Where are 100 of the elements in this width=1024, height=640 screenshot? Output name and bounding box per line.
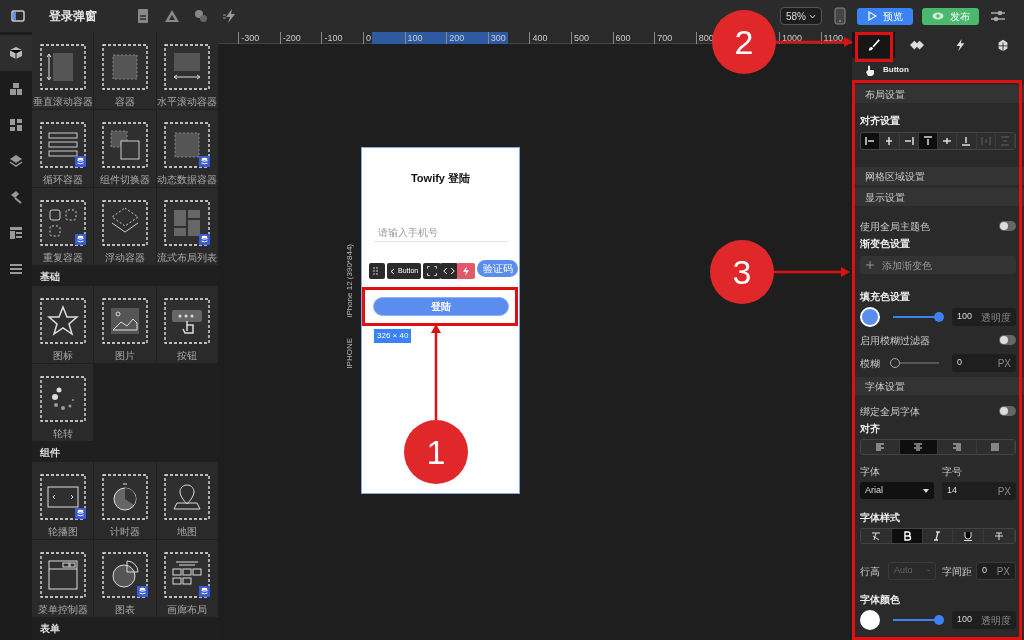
slider-thumb[interactable] — [934, 615, 944, 625]
tile-label: 计时器 — [110, 526, 140, 538]
component-tile[interactable]: 组件切换器 — [94, 110, 156, 187]
component-tile[interactable]: 按钮 — [156, 286, 218, 363]
code-button[interactable] — [440, 263, 458, 279]
triangle-icon[interactable] — [164, 8, 180, 24]
toggle-button[interactable] — [976, 440, 1015, 454]
component-tile[interactable]: 浮动容器 — [94, 188, 156, 265]
field-label: 模糊 — [860, 356, 881, 371]
tile-label: 水平滚动容器 — [157, 96, 218, 108]
ruler-label: -100 — [321, 32, 343, 44]
component-tile[interactable]: 流式布局列表 — [156, 188, 218, 265]
preview-button[interactable]: 预览 — [857, 7, 913, 25]
device-type-label: IPHONE — [344, 338, 355, 369]
toggle-button[interactable] — [938, 133, 958, 149]
color-swatch[interactable] — [860, 610, 880, 630]
font-size-field[interactable]: 14 PX — [942, 482, 1016, 500]
text-align-left-icon — [874, 442, 885, 452]
field-label: 对齐设置 — [860, 114, 901, 128]
number-field[interactable]: 0 PX — [952, 354, 1016, 372]
eye-icon — [931, 12, 944, 20]
component-tile[interactable]: 菜单控制器 — [32, 540, 94, 617]
toggle-button[interactable] — [891, 529, 923, 543]
component-tile[interactable]: 画廊布局 — [156, 540, 218, 617]
document-icon[interactable] — [135, 8, 151, 24]
toggle-button[interactable] — [861, 440, 900, 454]
device-label: iPhone 12 (390*844) — [344, 244, 355, 318]
component-tile[interactable]: 计时器 — [94, 462, 156, 539]
number-field[interactable]: 100 透明度 — [952, 308, 1016, 326]
toggle-button[interactable] — [918, 133, 938, 149]
diamond-arrows-icon — [909, 38, 924, 52]
tile-label: 容器 — [115, 96, 135, 108]
horizontal-scroll-icon — [163, 43, 212, 91]
align-middle-icon — [942, 136, 953, 146]
slider-thumb[interactable] — [934, 312, 944, 322]
component-tile[interactable]: 图表 — [94, 540, 156, 617]
list-icon — [9, 262, 23, 276]
sliders-icon[interactable] — [990, 9, 1006, 23]
italic-icon — [932, 531, 943, 541]
color-swatch[interactable] — [860, 307, 880, 327]
toggle-button[interactable] — [899, 440, 938, 454]
zoom-dropdown[interactable]: 58% — [780, 7, 822, 25]
add-gradient-button[interactable]: 添加渐变色 — [860, 256, 1016, 274]
map-pin-icon — [163, 473, 212, 521]
ruler-label: -200 — [279, 32, 301, 44]
page-title: Towify 登陆 — [409, 171, 472, 186]
field-label: 行高 — [860, 564, 881, 579]
toggle-label: 启用模糊过滤器 — [860, 333, 930, 348]
phone-icon[interactable] — [834, 7, 846, 25]
circles-icon[interactable] — [193, 8, 209, 24]
component-tile[interactable]: 垂直滚动容器 — [32, 32, 94, 109]
component-tile[interactable]: 水平滚动容器 — [156, 32, 218, 109]
tile-label: 地图 — [177, 526, 198, 538]
lightning-icon[interactable] — [222, 8, 238, 24]
toggle-button[interactable] — [938, 440, 977, 454]
align-top-icon — [922, 136, 933, 146]
component-tile[interactable]: 图标 — [32, 286, 94, 363]
code-icon — [443, 265, 455, 277]
component-tile[interactable]: 重复容器 — [32, 188, 94, 265]
toggle-button[interactable] — [984, 529, 1015, 543]
slider-thumb[interactable] — [890, 358, 900, 368]
switcher-icon — [101, 121, 149, 169]
toggle-button[interactable] — [899, 133, 919, 149]
toggle-button[interactable] — [957, 133, 977, 149]
toggle-button[interactable] — [880, 133, 900, 149]
tile-label: 组件切换器 — [100, 174, 150, 186]
image-icon — [101, 297, 149, 345]
section-header: 布局设置 — [852, 85, 1024, 103]
align-center-icon — [884, 136, 895, 146]
drag-handle-button[interactable] — [369, 263, 385, 279]
expand-button[interactable] — [423, 263, 441, 279]
number-field[interactable]: 100 透明度 — [952, 611, 1016, 629]
component-tile[interactable]: 动态数据容器 — [156, 110, 218, 187]
component-tile[interactable]: 轮转 — [32, 364, 94, 441]
field-label: 字号 — [942, 465, 963, 479]
toggle-button[interactable] — [922, 529, 954, 543]
toggle-button[interactable] — [953, 529, 985, 543]
component-tile[interactable]: 轮播图 — [32, 462, 94, 539]
component-tile[interactable]: 循环容器 — [32, 110, 94, 187]
ruler-label: 500 — [571, 32, 590, 44]
toggle-button[interactable] — [861, 133, 881, 149]
toggle-switch[interactable] — [999, 335, 1016, 345]
ruler-label: 100 — [404, 32, 423, 44]
ruler-label: 0 — [363, 32, 371, 44]
component-tile[interactable]: 地图 — [156, 462, 218, 539]
hammer-icon — [9, 190, 23, 204]
toggle-button[interactable] — [861, 529, 892, 543]
sidebar-toggle-icon[interactable] — [11, 10, 25, 22]
component-tile[interactable]: 图片 — [94, 286, 156, 363]
container-icon — [101, 43, 149, 91]
font-dropdown[interactable]: Arial — [860, 482, 934, 499]
loading-dots-icon — [38, 375, 87, 423]
letter-spacing-field[interactable]: 0 PX — [976, 562, 1016, 580]
toggle-switch[interactable] — [999, 406, 1016, 416]
ruler-label: 1100 — [820, 32, 843, 44]
tile-label: 图表 — [115, 604, 135, 616]
grid-blocks-icon — [9, 118, 23, 132]
toggle-switch[interactable] — [999, 221, 1016, 231]
component-tile[interactable]: 容器 — [94, 32, 156, 109]
pointer-button-icon — [163, 297, 212, 345]
